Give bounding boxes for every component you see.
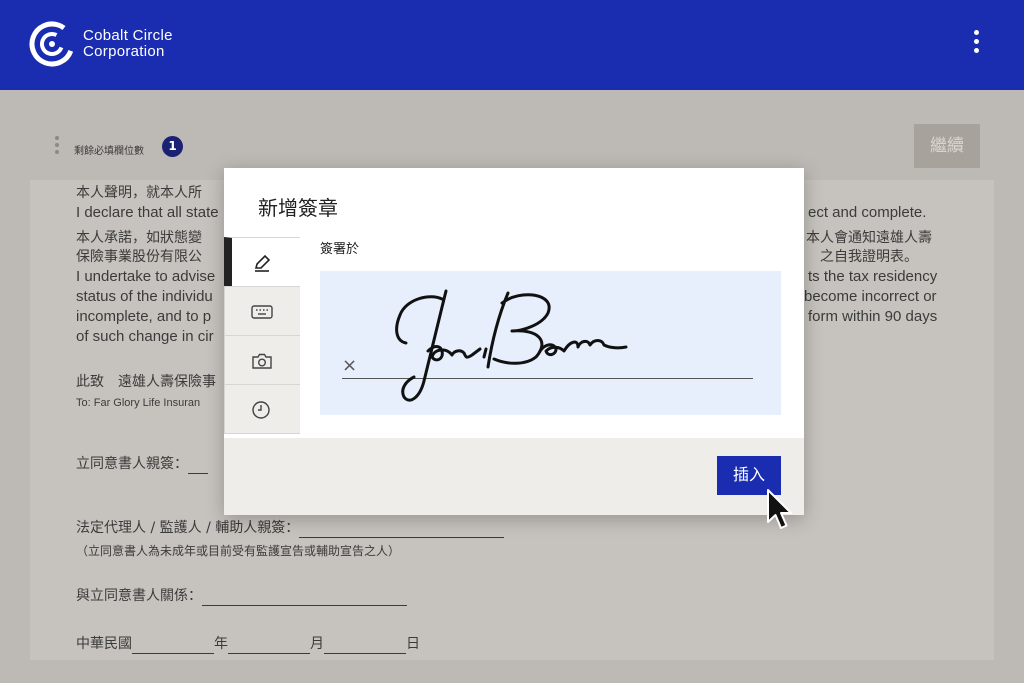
kebab-menu-icon[interactable]	[966, 30, 986, 58]
guardian-note: （立同意書人為未成年或目前受有監護宣告或輔助宣告之人）	[76, 544, 401, 558]
keyboard-icon	[251, 305, 273, 319]
consent-signature-line	[188, 460, 208, 474]
add-signature-dialog: 新增簽章 簽署於 × 插入	[224, 168, 804, 515]
clock-icon	[252, 401, 270, 419]
signature-pad[interactable]: ×	[320, 271, 781, 415]
date-month-label: 月	[310, 636, 324, 652]
date-year-label: 年	[214, 636, 228, 652]
required-fields-count-badge: 1	[162, 136, 183, 157]
signature-x-mark: ×	[342, 355, 358, 376]
addressee-zh: 此致 遠雄人壽保險事	[76, 374, 216, 390]
required-fields-label: 剩餘必填欄位數	[74, 146, 144, 157]
guardian-signature-field[interactable]: 法定代理人 / 監護人 / 輔助人親簽：	[76, 518, 505, 538]
undertaking-en-2: status of the individu	[76, 288, 213, 305]
date-prefix: 中華民國	[76, 636, 132, 652]
declaration-zh: 本人聲明，就本人所	[76, 185, 202, 201]
undertaking-en-end-1: ts the tax residency	[808, 268, 938, 285]
relation-field[interactable]: 與立同意書人關係：	[76, 586, 407, 606]
signature-drawing	[395, 289, 628, 402]
addressee-en: To: Far Glory Life Insuran	[76, 397, 201, 409]
undertaking-en-end-3: form within 90 days	[808, 308, 938, 325]
drag-handle-icon[interactable]	[54, 136, 60, 158]
consent-signature-label: 立同意書人親簽：	[76, 456, 188, 472]
undertaking-en-end-2: become incorrect or	[804, 288, 937, 305]
tab-type[interactable]	[224, 286, 300, 336]
brand-name: Cobalt Circle Corporation	[83, 27, 173, 60]
pen-icon	[254, 254, 271, 272]
camera-icon	[252, 353, 272, 369]
undertaking-en-4: of such change in cir	[76, 328, 214, 345]
relation-label: 與立同意書人關係：	[76, 588, 202, 604]
top-bar: Cobalt Circle Corporation	[0, 0, 1024, 90]
date-month-line[interactable]	[228, 640, 310, 654]
sign-here-label: 簽署於	[320, 242, 360, 257]
dialog-title: 新增簽章	[258, 196, 338, 220]
tab-upload-photo[interactable]	[224, 335, 300, 385]
date-year-line[interactable]	[132, 640, 214, 654]
guardian-signature-label: 法定代理人 / 監護人 / 輔助人親簽：	[76, 520, 300, 536]
undertaking-zh-2: 保險事業股份有限公	[76, 249, 202, 265]
cobalt-circle-logo-icon	[29, 21, 75, 67]
signature-method-tabs	[224, 237, 300, 434]
date-day-line[interactable]	[324, 640, 406, 654]
date-field[interactable]: 中華民國 年 月 日	[76, 634, 420, 654]
undertaking-zh-1: 本人承諾，如狀態變	[76, 230, 202, 246]
declaration-en: I declare that all state	[76, 204, 219, 221]
mouse-cursor-icon	[767, 489, 792, 529]
consent-signature-field[interactable]: 立同意書人親簽：	[76, 454, 208, 474]
date-day-label: 日	[406, 636, 420, 652]
undertaking-en-1: I undertake to advise	[76, 268, 216, 285]
relation-line	[202, 592, 407, 606]
undertaking-zh-end-1: 本人會通知遠雄人壽	[806, 230, 932, 246]
declaration-en-end: ect and complete.	[808, 204, 927, 221]
guardian-signature-line	[299, 524, 505, 538]
continue-button[interactable]: 繼續	[914, 124, 980, 168]
tab-recent[interactable]	[224, 384, 300, 434]
tab-draw[interactable]	[224, 237, 300, 287]
undertaking-en-3: incomplete, and to p	[76, 308, 212, 325]
undertaking-zh-end-2: 之自我證明表。	[820, 249, 918, 265]
